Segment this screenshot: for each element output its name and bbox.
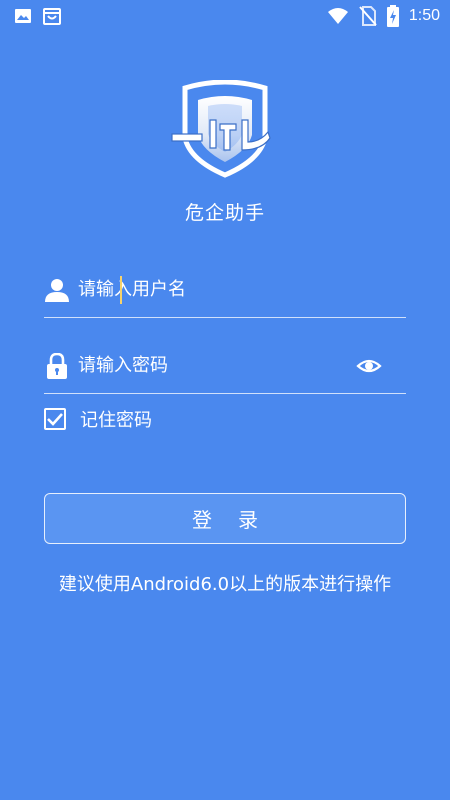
remember-password-row[interactable]: 记住密码 (44, 406, 152, 432)
lock-icon (44, 352, 70, 379)
battery-charging-icon (386, 5, 399, 27)
status-right: 1:50 (327, 5, 440, 27)
version-hint: 建议使用Android6.0以上的版本进行操作 (58, 574, 392, 595)
no-sim-icon (359, 6, 377, 26)
username-field[interactable] (44, 262, 406, 318)
image-icon (14, 7, 32, 25)
status-bar: 1:50 (0, 0, 450, 32)
status-time: 1:50 (408, 7, 440, 24)
app-logo (170, 79, 280, 180)
store-icon (42, 6, 62, 26)
wifi-icon (327, 7, 349, 25)
check-icon (47, 413, 63, 426)
login-button[interactable]: 登录 (44, 493, 406, 544)
show-password-icon[interactable] (356, 353, 382, 379)
status-left (14, 6, 62, 26)
remember-password-checkbox[interactable] (44, 408, 66, 430)
app-name: 危企助手 (184, 202, 265, 224)
password-input[interactable] (78, 345, 356, 386)
password-field[interactable] (44, 338, 406, 394)
user-icon (44, 277, 70, 303)
text-cursor (120, 276, 122, 304)
remember-password-label: 记住密码 (80, 410, 152, 431)
username-input[interactable] (78, 269, 406, 310)
